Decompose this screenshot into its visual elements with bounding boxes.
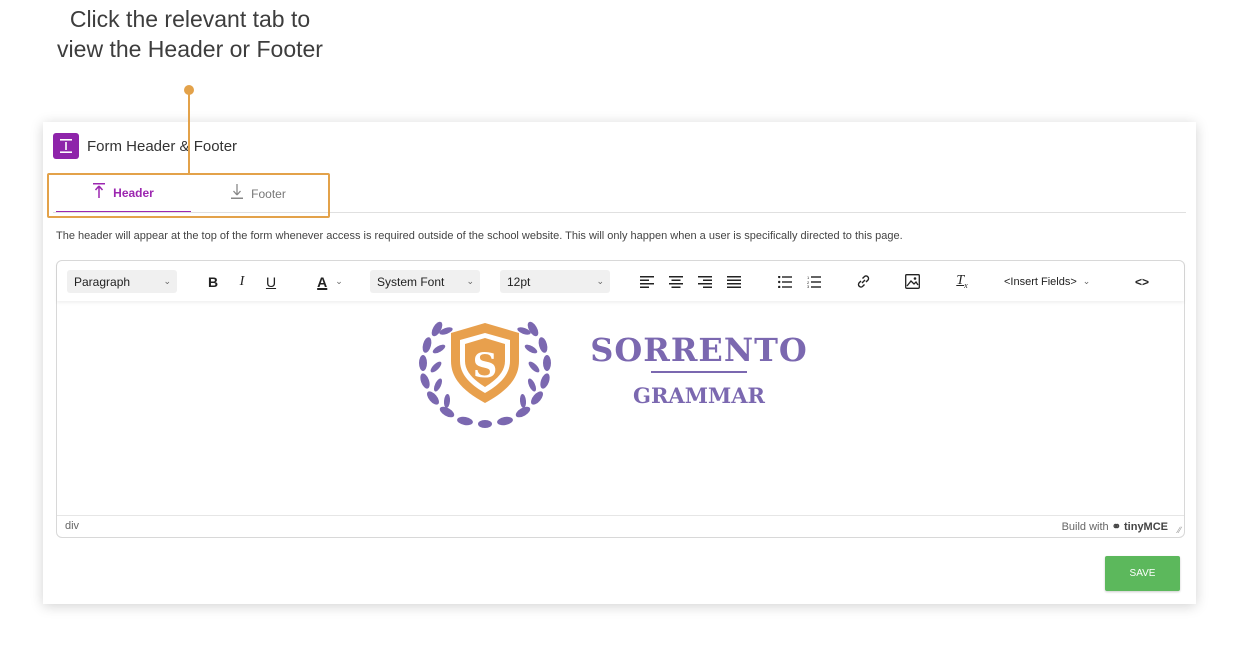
chevron-down-icon: ⌄ [335, 276, 343, 286]
callout-text: Click the relevant tab to view the Heade… [40, 4, 340, 64]
clear-formatting-icon: Tx [956, 273, 968, 290]
font-family-select[interactable]: System Font ⌄ [370, 270, 480, 293]
editor-statusbar: div Build with ⚭ tinyMCE ∕∕ [57, 515, 1184, 537]
align-center-button[interactable] [666, 270, 686, 293]
numbered-list-button[interactable]: 123 [804, 270, 824, 293]
callout-dot [184, 85, 194, 95]
underline-button[interactable]: U [261, 270, 281, 293]
branding-prefix: Build with [1061, 521, 1109, 533]
shield-icon: S [451, 323, 519, 403]
rich-text-editor[interactable]: Paragraph ⌄ B I U A ⌄ System Font ⌄ 12pt… [56, 260, 1185, 538]
underline-icon: U [265, 273, 277, 290]
link-icon [857, 275, 869, 288]
align-justify-icon [727, 275, 741, 288]
save-button[interactable]: SAVE [1105, 556, 1180, 591]
clear-formatting-button[interactable]: Tx [952, 270, 972, 293]
align-right-button[interactable] [695, 270, 715, 293]
card-header: Form Header & Footer [53, 132, 237, 160]
align-center-icon [669, 275, 683, 288]
text-color-icon: A [317, 273, 328, 290]
italic-button[interactable]: I [232, 270, 252, 293]
insert-fields-select[interactable]: <Insert Fields> ⌄ [1004, 270, 1114, 293]
align-left-button[interactable] [637, 270, 657, 293]
resize-handle-icon[interactable]: ∕∕ [1178, 525, 1181, 535]
header-footer-icon [53, 133, 79, 159]
card-title: Form Header & Footer [87, 137, 238, 155]
callout-connector [188, 90, 190, 175]
logo-divider [651, 371, 747, 373]
logo-line2: GRAMMAR [633, 383, 765, 408]
image-icon [904, 274, 920, 289]
code-icon: <> [1134, 274, 1149, 289]
callout-line1: Click the relevant tab to [69, 6, 311, 32]
chevron-down-icon: ⌄ [596, 276, 604, 286]
text-color-button[interactable]: A ⌄ [310, 270, 350, 293]
element-path[interactable]: div [65, 520, 79, 532]
source-code-button[interactable]: <> [1131, 270, 1153, 293]
chevron-down-icon: ⌄ [1082, 276, 1091, 286]
tinymce-branding[interactable]: Build with ⚭ tinyMCE [1062, 520, 1168, 533]
chevron-down-icon: ⌄ [466, 276, 474, 286]
chevron-down-icon: ⌄ [163, 276, 171, 286]
block-format-select[interactable]: Paragraph ⌄ [67, 270, 177, 293]
svg-text:3: 3 [807, 284, 810, 288]
font-size-value: 12pt [507, 274, 531, 289]
logo-line1: SORRENTO [590, 331, 808, 369]
tinymce-logo-icon: ⚭ [1111, 521, 1121, 533]
insert-fields-value: <Insert Fields> [1004, 275, 1077, 288]
align-justify-button[interactable] [724, 270, 744, 293]
editor-toolbar: Paragraph ⌄ B I U A ⌄ System Font ⌄ 12pt… [57, 261, 1184, 301]
bullet-list-icon [778, 275, 792, 288]
insert-image-button[interactable] [902, 270, 922, 293]
align-right-icon [698, 275, 712, 288]
block-format-value: Paragraph [74, 274, 131, 289]
bold-button[interactable]: B [203, 270, 223, 293]
logo-badge-letter: S [473, 346, 498, 386]
bullet-list-button[interactable] [775, 270, 795, 293]
bold-icon: B [207, 273, 219, 290]
school-logo: S SORRENTO GRAMMAR [419, 321, 808, 428]
link-button[interactable] [853, 270, 873, 293]
callout-highlight-box [47, 173, 330, 218]
editor-content[interactable]: S SORRENTO GRAMMAR [57, 301, 1184, 515]
description-text: The header will appear at the top of the… [56, 230, 903, 242]
italic-icon: I [239, 273, 245, 289]
numbered-list-icon: 123 [807, 276, 821, 288]
branding-name: tinyMCE [1124, 521, 1168, 533]
font-family-value: System Font [377, 274, 445, 289]
callout-line2: view the Header or Footer [57, 36, 323, 62]
align-left-icon [640, 275, 654, 288]
font-size-select[interactable]: 12pt ⌄ [500, 270, 610, 293]
